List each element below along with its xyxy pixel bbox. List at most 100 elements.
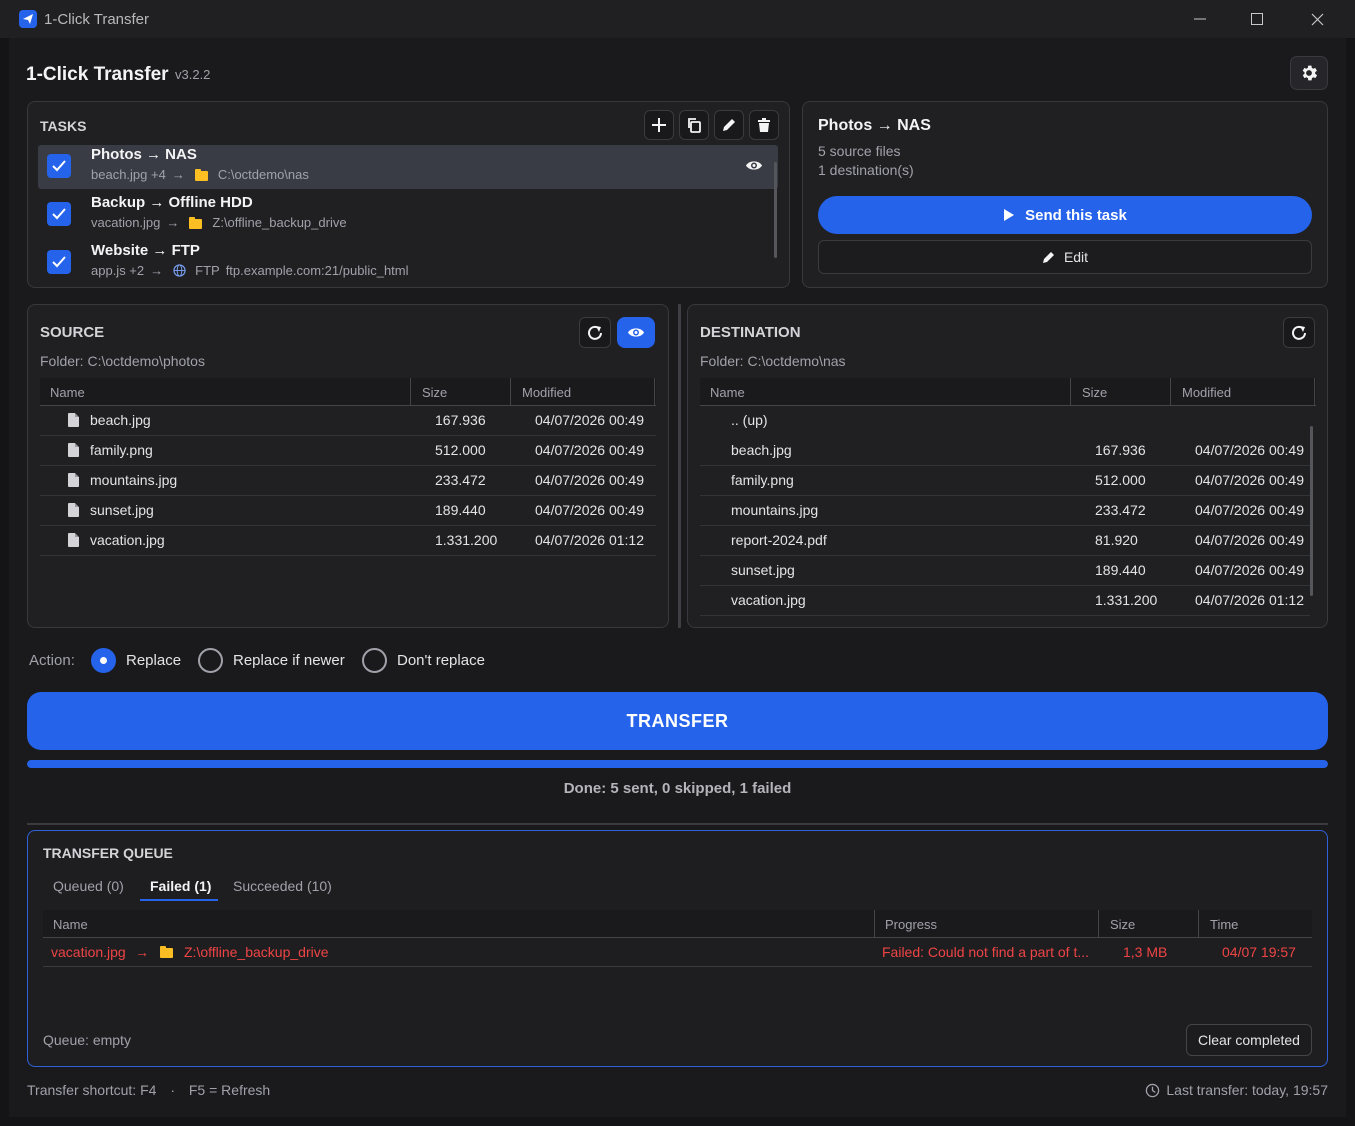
- column-divider[interactable]: [1198, 910, 1199, 938]
- file-row[interactable]: mountains.jpg 233.472 04/07/2026 00:49: [40, 466, 656, 496]
- radio-dont-replace-label[interactable]: Don't replace: [397, 652, 485, 669]
- tab-queued[interactable]: Queued (0): [53, 878, 124, 894]
- file-name: sunset.jpg: [731, 562, 795, 578]
- panel-splitter[interactable]: [678, 304, 681, 628]
- radio-dont-replace[interactable]: [362, 648, 387, 673]
- queue-row[interactable]: vacation.jpg → Z:\offline_backup_drive F…: [43, 938, 1312, 967]
- parent-folder-row[interactable]: .. (up): [700, 406, 1310, 436]
- file-modified: 04/07/2026 00:49: [535, 412, 644, 428]
- tasks-scrollbar[interactable]: [774, 162, 777, 258]
- column-divider[interactable]: [1314, 378, 1315, 406]
- arrow-icon: →: [171, 167, 185, 182]
- file-row[interactable]: sunset.jpg 189.440 04/07/2026 00:49: [40, 496, 656, 526]
- file-row[interactable]: family.png 512.000 04/07/2026 00:49: [700, 466, 1310, 496]
- file-row[interactable]: beach.jpg 167.936 04/07/2026 00:49: [700, 436, 1310, 466]
- file-name: family.png: [731, 472, 794, 488]
- preview-toggle-button[interactable]: [617, 317, 655, 348]
- file-size: 1.331.200: [1095, 592, 1158, 608]
- column-divider[interactable]: [510, 378, 511, 406]
- column-modified[interactable]: Modified: [1182, 385, 1231, 400]
- file-row[interactable]: family.png 512.000 04/07/2026 00:49: [40, 436, 656, 466]
- arrow-icon: →: [135, 944, 149, 960]
- tab-succeeded[interactable]: Succeeded (10): [233, 878, 332, 894]
- file-row[interactable]: vacation.jpg 1.331.200 04/07/2026 01:12: [40, 526, 656, 556]
- column-divider[interactable]: [1170, 378, 1171, 406]
- refresh-destination-button[interactable]: [1283, 317, 1315, 348]
- task-item[interactable]: Photos → NAS beach.jpg +4 → C:\octdemo\n…: [38, 145, 778, 189]
- detail-title: Photos → NAS: [818, 117, 931, 134]
- radio-replace-if-newer-label[interactable]: Replace if newer: [233, 652, 345, 669]
- file-modified: 04/07/2026 00:49: [1195, 532, 1304, 548]
- column-size[interactable]: Size: [422, 385, 447, 400]
- send-task-button[interactable]: Send this task: [818, 196, 1312, 234]
- file-icon: [68, 413, 79, 427]
- column-name[interactable]: Name: [53, 917, 88, 932]
- clear-completed-button[interactable]: Clear completed: [1186, 1024, 1312, 1056]
- file-name: beach.jpg: [731, 442, 792, 458]
- task-item[interactable]: Backup → Offline HDD vacation.jpg → Z:\o…: [38, 193, 778, 237]
- queue-item-name: vacation.jpg: [51, 944, 126, 960]
- copy-icon: [688, 118, 701, 133]
- column-modified[interactable]: Modified: [522, 385, 571, 400]
- edit-button[interactable]: Edit: [818, 240, 1312, 274]
- column-divider[interactable]: [1070, 378, 1071, 406]
- file-row[interactable]: report-2024.pdf 81.920 04/07/2026 00:49: [700, 526, 1310, 556]
- refresh-source-button[interactable]: [579, 317, 611, 348]
- maximize-button[interactable]: [1229, 0, 1285, 38]
- settings-button[interactable]: [1290, 56, 1328, 90]
- column-divider[interactable]: [654, 378, 655, 406]
- radio-replace-label[interactable]: Replace: [126, 652, 181, 669]
- column-name[interactable]: Name: [710, 385, 745, 400]
- app-logo-icon: [19, 10, 37, 28]
- eye-icon[interactable]: [745, 159, 763, 172]
- delete-task-button[interactable]: [749, 110, 779, 140]
- check-icon: [52, 160, 66, 172]
- edit-task-button[interactable]: [714, 110, 744, 140]
- minimize-button[interactable]: [1172, 0, 1228, 38]
- task-destination-type: FTP: [195, 263, 220, 278]
- arrow-icon: →: [166, 215, 180, 230]
- add-task-button[interactable]: [644, 110, 674, 140]
- file-size: 512.000: [1095, 472, 1146, 488]
- progress-fill: [27, 760, 1328, 768]
- column-name[interactable]: Name: [50, 385, 85, 400]
- transfer-button[interactable]: TRANSFER: [27, 692, 1328, 750]
- radio-replace[interactable]: [91, 648, 116, 673]
- duplicate-task-button[interactable]: [679, 110, 709, 140]
- column-size[interactable]: Size: [1082, 385, 1107, 400]
- task-checkbox[interactable]: [47, 250, 71, 274]
- refresh-icon: [1292, 325, 1306, 340]
- column-divider[interactable]: [874, 910, 875, 938]
- task-files: app.js +2: [91, 263, 145, 278]
- destination-scrollbar[interactable]: [1310, 426, 1313, 596]
- file-row[interactable]: mountains.jpg 233.472 04/07/2026 00:49: [700, 496, 1310, 526]
- file-row[interactable]: sunset.jpg 189.440 04/07/2026 00:49: [700, 556, 1310, 586]
- folder-icon: [189, 216, 203, 229]
- file-icon: [68, 443, 79, 457]
- action-label: Action:: [29, 652, 75, 669]
- globe-icon: [173, 264, 186, 277]
- radio-replace-if-newer[interactable]: [198, 648, 223, 673]
- transfer-status: Done: 5 sent, 0 skipped, 1 failed: [563, 780, 792, 797]
- column-progress[interactable]: Progress: [885, 917, 937, 932]
- file-row[interactable]: vacation.jpg 1.331.200 04/07/2026 01:12: [700, 586, 1310, 616]
- folder-icon: [194, 168, 208, 181]
- file-size: 1.331.200: [435, 532, 498, 548]
- tab-failed[interactable]: Failed (1): [150, 878, 211, 894]
- task-checkbox[interactable]: [47, 202, 71, 226]
- column-time[interactable]: Time: [1210, 917, 1238, 932]
- eye-icon: [628, 328, 644, 337]
- app-title: 1-Click Transfer: [26, 64, 169, 85]
- active-tab-indicator: [140, 899, 218, 901]
- file-name: mountains.jpg: [731, 502, 819, 518]
- task-checkbox[interactable]: [47, 154, 71, 178]
- close-button[interactable]: [1289, 0, 1345, 38]
- version-label: v3.2.2: [175, 67, 211, 82]
- file-modified: 04/07/2026 00:49: [1195, 472, 1304, 488]
- column-size[interactable]: Size: [1110, 917, 1135, 932]
- column-divider[interactable]: [1098, 910, 1099, 938]
- task-files: beach.jpg +4: [91, 167, 166, 182]
- file-row[interactable]: beach.jpg 167.936 04/07/2026 00:49: [40, 406, 656, 436]
- column-divider[interactable]: [410, 378, 411, 406]
- task-item[interactable]: Website → FTP app.js +2 → FTP ftp.exampl…: [38, 241, 778, 285]
